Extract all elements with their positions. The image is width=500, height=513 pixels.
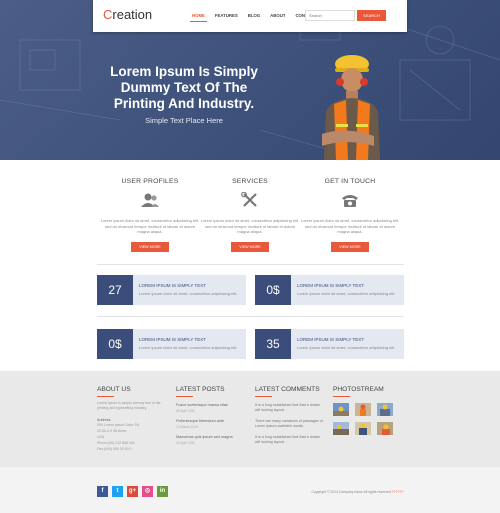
view-more-button[interactable]: VIEW MORE [331,241,369,252]
dribbble-icon[interactable]: ◎ [142,486,153,497]
post-item[interactable]: Pellentesque bibendum ante 13 March 2013 [176,419,244,429]
hero-title: Lorem Ipsum Is Simply Dummy Text Of The … [110,64,258,111]
photo-thumbnail[interactable] [377,422,393,435]
site-logo[interactable]: Creation [103,7,152,22]
comment-item[interactable]: It is a long established fact that a rea… [255,403,325,413]
divider [97,264,404,265]
facebook-icon[interactable]: f [97,486,108,497]
nav-item-features[interactable]: FEATURES [210,13,243,18]
stat-number: 27 [97,275,133,305]
about-text: Lorem Ipsum is simply dummy text of the … [97,401,161,410]
post-date: 25 April 2013 [176,409,196,413]
photo-grid [333,403,393,435]
footer: ABOUT US Lorem Ipsum is simply dummy tex… [0,371,500,467]
feature-get-in-touch: GET IN TOUCH Lorem ipsum dolor sit amet,… [300,178,400,253]
construction-worker-image [322,55,380,160]
feature-title: USER PROFILES [121,178,179,185]
heading-underline [97,396,114,397]
feature-text: Lorem ipsum dolor sit amet, consectetur … [100,218,200,235]
stat-title: LOREM IPSUM IS SIMPLY TEXT [139,337,207,342]
phone-icon [342,195,358,207]
feature-text: Lorem ipsum dolor sit amet, consectetur … [200,218,300,235]
address-line: Fax:(000) 000 00 00 0 [97,446,132,451]
footer-photostream: PHOTOSTREAM [333,386,393,435]
nav-item-blog[interactable]: BLOG [243,13,265,18]
heading-underline [333,396,350,397]
footer-heading: LATEST COMMENTS [255,386,320,393]
stat-number: 35 [255,329,291,359]
stat-text: Lorem ipsum dolor sit amet, consectetur … [139,345,238,350]
social-links: f t g+ ◎ in [97,486,168,497]
search-input[interactable] [305,10,355,21]
googleplus-icon[interactable]: g+ [127,486,138,497]
post-title[interactable]: Maecenas quis ipsum sed magna [176,435,244,439]
view-more-button[interactable]: VIEW MORE [231,241,269,252]
feature-user-profiles: USER PROFILES Lorem ipsum dolor sit amet… [100,178,200,253]
post-item[interactable]: Maecenas quis ipsum sed magna 20 April 2… [176,435,244,445]
feature-title: GET IN TOUCH [324,178,376,185]
bottom-bar: f t g+ ◎ in Copyright © 2014 Company nam… [0,467,500,513]
stat-box: 0$ LOREM IPSUM IS SIMPLY TEXT Lorem ipsu… [255,275,404,305]
header-bar: Creation HOME FEATURES BLOG ABOUT CONTAC… [93,0,407,32]
footer-heading: ABOUT US [97,386,131,393]
stat-title: LOREM IPSUM IS SIMPLY TEXT [297,283,365,288]
photo-thumbnail[interactable] [333,403,349,416]
linkedin-icon[interactable]: in [157,486,168,497]
tools-icon [241,191,257,207]
users-icon [141,193,159,207]
heading-underline [176,396,193,397]
feature-title: SERVICES [232,178,268,185]
copyright-text: Copyright © 2014 Company name All rights… [311,490,403,494]
footer-heading: LATEST POSTS [176,386,225,393]
photo-thumbnail[interactable] [355,422,371,435]
feature-text: Lorem ipsum dolor sit amet, consectetur … [300,218,400,235]
stat-number: 0$ [97,329,133,359]
post-title[interactable]: Pellentesque bibendum ante [176,419,244,423]
footer-latest-comments: LATEST COMMENTS It is a long established… [255,386,325,445]
post-date: 13 March 2013 [176,425,198,429]
post-item[interactable]: Fusce scelerisque massa vitae 25 April 2… [176,403,244,413]
footer-about: ABOUT US Lorem Ipsum is simply dummy tex… [97,386,165,452]
stat-box: 35 LOREM IPSUM IS SIMPLY TEXT Lorem ipsu… [255,329,404,359]
stat-text: Lorem ipsum dolor sit amet, consectetur … [297,291,396,296]
stat-text: Lorem ipsum dolor sit amet, consectetur … [139,291,238,296]
features-section: USER PROFILES Lorem ipsum dolor sit amet… [0,160,500,371]
main-nav: HOME FEATURES BLOG ABOUT CONTACT [187,13,321,22]
comment-item[interactable]: It is a long established fact that a rea… [255,435,325,445]
stat-number: 0$ [255,275,291,305]
copyright-link[interactable]: ?????? [392,490,403,494]
photo-thumbnail[interactable] [355,403,371,416]
stat-box: 27 LOREM IPSUM IS SIMPLY TEXT Lorem ipsu… [97,275,246,305]
photo-thumbnail[interactable] [377,403,393,416]
comment-item[interactable]: There are many variations of passages of… [255,419,325,429]
feature-services: SERVICES Lorem ipsum dolor sit amet, con… [200,178,300,253]
search-button[interactable]: SEARCH [357,10,386,21]
nav-item-home[interactable]: HOME [187,13,210,22]
footer-latest-posts: LATEST POSTS Fusce scelerisque massa vit… [176,386,244,445]
stat-text: Lorem ipsum dolor sit amet, consectetur … [297,345,396,350]
stat-title: LOREM IPSUM IS SIMPLY TEXT [297,337,365,342]
heading-underline [255,396,272,397]
nav-item-about[interactable]: ABOUT [265,13,290,18]
post-title[interactable]: Fusce scelerisque massa vitae [176,403,244,407]
post-date: 20 April 2013 [176,441,196,445]
twitter-icon[interactable]: t [112,486,123,497]
divider [97,316,404,317]
stat-box: 0$ LOREM IPSUM IS SIMPLY TEXT Lorem ipsu… [97,329,246,359]
photo-thumbnail[interactable] [333,422,349,435]
view-more-button[interactable]: VIEW MORE [131,241,169,252]
stat-title: LOREM IPSUM IS SIMPLY TEXT [139,283,207,288]
hero-subtitle: Simple Text Place Here [145,116,223,125]
footer-heading: PHOTOSTREAM [333,386,384,393]
